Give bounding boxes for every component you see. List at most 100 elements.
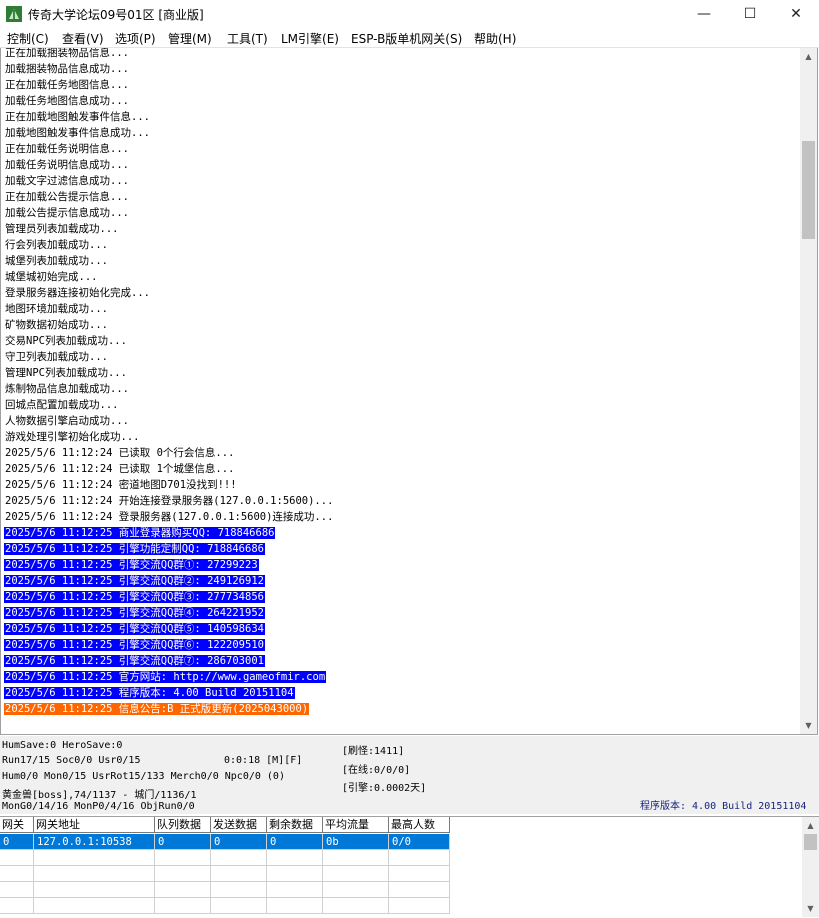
cell-traffic: 0b <box>323 834 389 850</box>
log-line: 2025/5/6 11:12:25 官方网站: http://www.gameo… <box>4 669 804 685</box>
log-line: 加载文字过滤信息成功... <box>4 173 804 189</box>
log-panel[interactable]: 正在加载捆装物品信息... 加载捆装物品信息成功... 正在加载任务地图信息... 加… <box>0 48 818 735</box>
log-line-text: 正在加载地图触发事件信息... <box>5 111 150 123</box>
scroll-thumb[interactable] <box>802 141 815 239</box>
log-line: 2025/5/6 11:12:24 密道地图D701没找到!!! <box>4 477 804 493</box>
cell-max-users: 0/0 <box>389 834 450 850</box>
col-sent[interactable]: 发送数据 <box>211 817 267 833</box>
menu-options[interactable]: 选项(P) <box>115 30 156 47</box>
table-row-empty[interactable] <box>0 866 450 882</box>
cell-queue: 0 <box>155 834 211 850</box>
table-cell-empty <box>389 866 450 882</box>
log-line: 2025/5/6 11:12:25 引擎交流QQ群③: 277734856 <box>4 589 804 605</box>
log-line-text: 加载捆装物品信息成功... <box>5 63 129 75</box>
col-traffic[interactable]: 平均流量 <box>323 817 389 833</box>
log-scrollbar[interactable]: ▲ ▼ <box>800 48 817 734</box>
menu-help[interactable]: 帮助(H) <box>474 30 516 47</box>
table-cell-empty <box>267 898 323 914</box>
log-line: 正在加载任务说明信息... <box>4 141 804 157</box>
table-cell-empty <box>389 850 450 866</box>
table-cell-empty <box>0 866 34 882</box>
minimize-button[interactable]: — <box>681 0 727 28</box>
log-line-text: 炼制物品信息加载成功... <box>5 383 129 395</box>
maximize-button[interactable]: ☐ <box>727 0 773 28</box>
status-run: Run17/15 Soc0/0 Usr0/15 <box>2 755 141 766</box>
menu-tools[interactable]: 工具(T) <box>227 30 268 47</box>
table-cell-empty <box>0 898 34 914</box>
log-line-text: 2025/5/6 11:12:25 引擎交流QQ群④: 264221952 <box>4 607 265 619</box>
scroll-up-icon[interactable]: ▲ <box>800 48 817 65</box>
col-max-users[interactable]: 最高人数 <box>389 817 450 833</box>
log-line-text: 行会列表加载成功... <box>5 239 108 251</box>
col-address[interactable]: 网关地址 <box>34 817 155 833</box>
col-remain[interactable]: 剩余数据 <box>267 817 323 833</box>
log-line-text: 城堡列表加载成功... <box>5 255 108 267</box>
table-cell-empty <box>34 882 155 898</box>
gateway-table-header: 网关 网关地址 队列数据 发送数据 剩余数据 平均流量 最高人数 <box>0 817 450 833</box>
log-line-text: 加载地图触发事件信息成功... <box>5 127 150 139</box>
cell-sent: 0 <box>211 834 267 850</box>
table-row-empty[interactable] <box>0 882 450 898</box>
status-save: HumSave:0 HeroSave:0 <box>2 740 123 751</box>
log-line: 正在加载任务地图信息... <box>4 77 804 93</box>
table-cell-empty <box>34 898 155 914</box>
table-cell-empty <box>0 850 34 866</box>
log-line-text: 交易NPC列表加载成功... <box>5 335 127 347</box>
log-line: 炼制物品信息加载成功... <box>4 381 804 397</box>
log-line: 管理员列表加载成功... <box>4 221 804 237</box>
log-line: 正在加载捆装物品信息... <box>4 48 804 61</box>
status-boss: 黄金兽[boss],74/1137 - 城门/1136/1 <box>2 790 197 801</box>
table-cell-empty <box>155 898 211 914</box>
log-line: 2025/5/6 11:12:24 已读取 1个城堡信息... <box>4 461 804 477</box>
menu-bar: 控制(C) 查看(V) 选项(P) 管理(M) 工具(T) LM引擎(E) ES… <box>0 28 819 48</box>
log-line-text: 2025/5/6 11:12:24 密道地图D701没找到!!! <box>5 479 237 491</box>
table-scrollbar[interactable]: ▲ ▼ <box>802 817 819 917</box>
log-line: 2025/5/6 11:12:25 引擎交流QQ群④: 264221952 <box>4 605 804 621</box>
menu-control[interactable]: 控制(C) <box>7 30 49 47</box>
table-cell-empty <box>211 866 267 882</box>
menu-view[interactable]: 查看(V) <box>62 30 104 47</box>
col-queue[interactable]: 队列数据 <box>155 817 211 833</box>
scroll-down-icon[interactable]: ▼ <box>802 900 819 917</box>
log-line: 矿物数据初始成功... <box>4 317 804 333</box>
menu-manage[interactable]: 管理(M) <box>168 30 212 47</box>
scroll-down-icon[interactable]: ▼ <box>800 717 817 734</box>
log-line: 2025/5/6 11:12:25 引擎交流QQ群⑦: 286703001 <box>4 653 804 669</box>
table-cell-empty <box>323 898 389 914</box>
table-row[interactable]: 0 127.0.0.1:10538 0 0 0 0b 0/0 <box>0 834 450 850</box>
gateway-table[interactable]: 网关 网关地址 队列数据 发送数据 剩余数据 平均流量 最高人数 0 127.0… <box>0 816 819 918</box>
menu-esp-gateway[interactable]: ESP-B版单机网关(S) <box>351 30 462 47</box>
table-cell-empty <box>323 866 389 882</box>
log-line: 人物数据引擎启动成功... <box>4 413 804 429</box>
log-line-text: 2025/5/6 11:12:24 登录服务器(127.0.0.1:5600)连… <box>5 511 334 523</box>
title-bar[interactable]: 传奇大学论坛09号01区 [商业版] — ☐ ✕ <box>0 0 819 28</box>
log-line: 登录服务器连接初始化完成... <box>4 285 804 301</box>
log-line: 守卫列表加载成功... <box>4 349 804 365</box>
log-line: 2025/5/6 11:12:25 引擎交流QQ群⑥: 122209510 <box>4 637 804 653</box>
log-line: 2025/5/6 11:12:25 引擎交流QQ群⑤: 140598634 <box>4 621 804 637</box>
scroll-up-icon[interactable]: ▲ <box>802 817 819 834</box>
close-button[interactable]: ✕ <box>773 0 819 28</box>
log-line: 2025/5/6 11:12:25 程序版本: 4.00 Build 20151… <box>4 685 804 701</box>
table-row-empty[interactable] <box>0 850 450 866</box>
log-line-text: 加载任务说明信息成功... <box>5 159 129 171</box>
log-line-text: 地图环境加载成功... <box>5 303 108 315</box>
log-line: 2025/5/6 11:12:24 已读取 0个行会信息... <box>4 445 804 461</box>
table-cell-empty <box>211 898 267 914</box>
log-line: 城堡列表加载成功... <box>4 253 804 269</box>
log-line: 交易NPC列表加载成功... <box>4 333 804 349</box>
status-panel: HumSave:0 HeroSave:0 Run17/15 Soc0/0 Usr… <box>0 736 819 814</box>
log-line-text: 2025/5/6 11:12:25 信息公告:B 正式版更新(202504300… <box>4 703 310 715</box>
table-cell-empty <box>267 882 323 898</box>
log-line: 2025/5/6 11:12:25 引擎功能定制QQ: 718846686 <box>4 541 804 557</box>
table-row-empty[interactable] <box>0 898 450 914</box>
log-line: 地图环境加载成功... <box>4 301 804 317</box>
status-online: [在线:0/0/0] <box>342 765 411 776</box>
log-line: 2025/5/6 11:12:25 商业登录器购买QQ: 718846686 <box>4 525 804 541</box>
cell-gateway: 0 <box>0 834 34 850</box>
table-cell-empty <box>323 850 389 866</box>
col-gateway[interactable]: 网关 <box>0 817 34 833</box>
scroll-thumb[interactable] <box>804 834 817 850</box>
status-engine: [引擎:0.0002天] <box>342 783 427 794</box>
menu-lm-engine[interactable]: LM引擎(E) <box>281 30 339 47</box>
